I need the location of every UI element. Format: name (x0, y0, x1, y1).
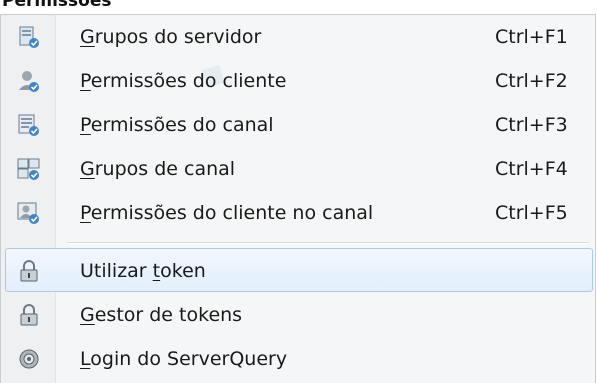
shortcut-label: Ctrl+F1 (495, 26, 568, 48)
lock-token-icon (17, 259, 41, 283)
shortcut-label: Ctrl+F4 (495, 158, 568, 180)
server-groups-icon (17, 25, 41, 49)
menu-item-server-groups[interactable]: Grupos do servidor Ctrl+F1 (1, 15, 595, 59)
menu-separator (67, 242, 589, 244)
channel-groups-icon (17, 157, 41, 181)
menu-item-channel-permissions[interactable]: Permissões do canal Ctrl+F3 (1, 103, 595, 147)
shortcut-label: Ctrl+F5 (495, 202, 568, 224)
menu-item-serverquery-login[interactable]: Login do ServerQuery (1, 337, 595, 381)
menu-item-use-token[interactable]: Utilizar token (5, 248, 593, 292)
channel-permissions-icon (17, 113, 41, 137)
client-permissions-icon (17, 69, 41, 93)
permissions-menu: ◆ Grupos do servidor Ctrl+F1 Permissões … (0, 14, 596, 383)
serverquery-login-icon (17, 347, 41, 371)
shortcut-label: Ctrl+F3 (495, 114, 568, 136)
menu-item-channel-client-permissions[interactable]: Permissões do cliente no canal Ctrl+F5 (1, 191, 595, 235)
menu-item-token-manager[interactable]: Gestor de tokens (1, 293, 595, 337)
shortcut-label: Ctrl+F2 (495, 70, 568, 92)
channel-client-permissions-icon (17, 201, 41, 225)
menu-title: Permissões (2, 0, 112, 11)
menu-item-client-permissions[interactable]: Permissões do cliente Ctrl+F2 (1, 59, 595, 103)
lock-token-manager-icon (17, 303, 41, 327)
menu-item-channel-groups[interactable]: Grupos de canal Ctrl+F4 (1, 147, 595, 191)
